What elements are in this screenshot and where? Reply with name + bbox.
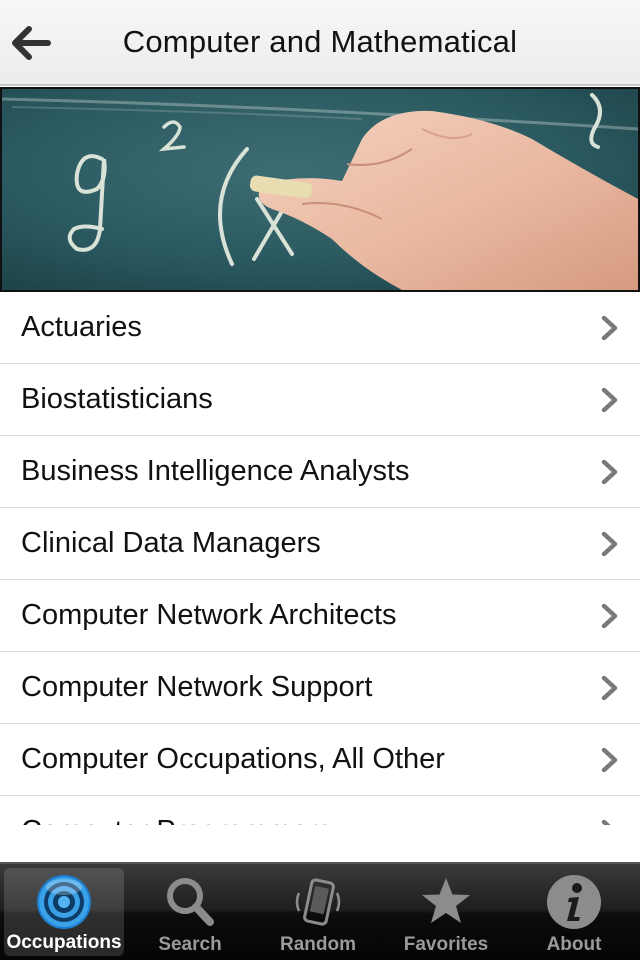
list-item-label: Computer Programmers xyxy=(21,796,332,825)
category-hero-image xyxy=(0,87,640,292)
page-title: Computer and Mathematical xyxy=(122,24,518,59)
list-item-label: Actuaries xyxy=(21,311,142,343)
tab-favorites[interactable]: Favorites xyxy=(382,864,510,960)
shake-phone-icon xyxy=(288,872,348,932)
chevron-right-icon xyxy=(601,819,611,825)
list-item[interactable]: Computer Network Support xyxy=(0,652,640,724)
list-item-label: Computer Network Architects xyxy=(21,599,397,631)
list-item[interactable]: Computer Programmers xyxy=(0,796,640,825)
list-item-label: Computer Network Support xyxy=(21,671,373,703)
chevron-right-icon xyxy=(601,387,618,413)
search-icon xyxy=(160,872,220,932)
info-icon xyxy=(544,872,604,932)
app-screen: Computer and Mathematical Actuaries Bios… xyxy=(0,0,640,960)
chevron-right-icon xyxy=(601,531,618,557)
target-icon xyxy=(34,872,94,932)
list-item-label: Business Intelligence Analysts xyxy=(21,455,410,487)
list-item-label: Computer Occupations, All Other xyxy=(21,743,445,775)
tab-label: Random xyxy=(280,934,356,955)
tab-label: Search xyxy=(158,934,222,955)
tab-occupations[interactable]: Occupations xyxy=(4,868,124,956)
tab-search[interactable]: Search xyxy=(126,864,254,960)
list-item[interactable]: Computer Occupations, All Other xyxy=(0,724,640,796)
chevron-right-icon xyxy=(601,459,618,485)
chevron-right-icon xyxy=(601,315,618,341)
chevron-right-icon xyxy=(601,675,618,701)
tab-about[interactable]: About xyxy=(510,864,638,960)
list-item[interactable]: Biostatisticians xyxy=(0,364,640,436)
star-icon xyxy=(416,872,476,932)
list-item[interactable]: Business Intelligence Analysts xyxy=(0,436,640,508)
list-item-label: Clinical Data Managers xyxy=(21,527,321,559)
chevron-right-icon xyxy=(601,747,618,773)
tab-label: About xyxy=(546,934,602,955)
tab-random[interactable]: Random xyxy=(254,864,382,960)
list-item-label: Biostatisticians xyxy=(21,383,213,415)
list-item[interactable]: Clinical Data Managers xyxy=(0,508,640,580)
list-item[interactable]: Computer Network Architects xyxy=(0,580,640,652)
occupation-list: Actuaries Biostatisticians Business Inte… xyxy=(0,292,640,825)
navigation-bar: Computer and Mathematical xyxy=(0,0,640,86)
chevron-right-icon xyxy=(601,603,618,629)
list-item[interactable]: Actuaries xyxy=(0,292,640,364)
tab-label: Favorites xyxy=(403,934,489,955)
tab-label: Occupations xyxy=(6,932,122,953)
tab-bar: Occupations Search Random Favorites Abou… xyxy=(0,862,640,960)
